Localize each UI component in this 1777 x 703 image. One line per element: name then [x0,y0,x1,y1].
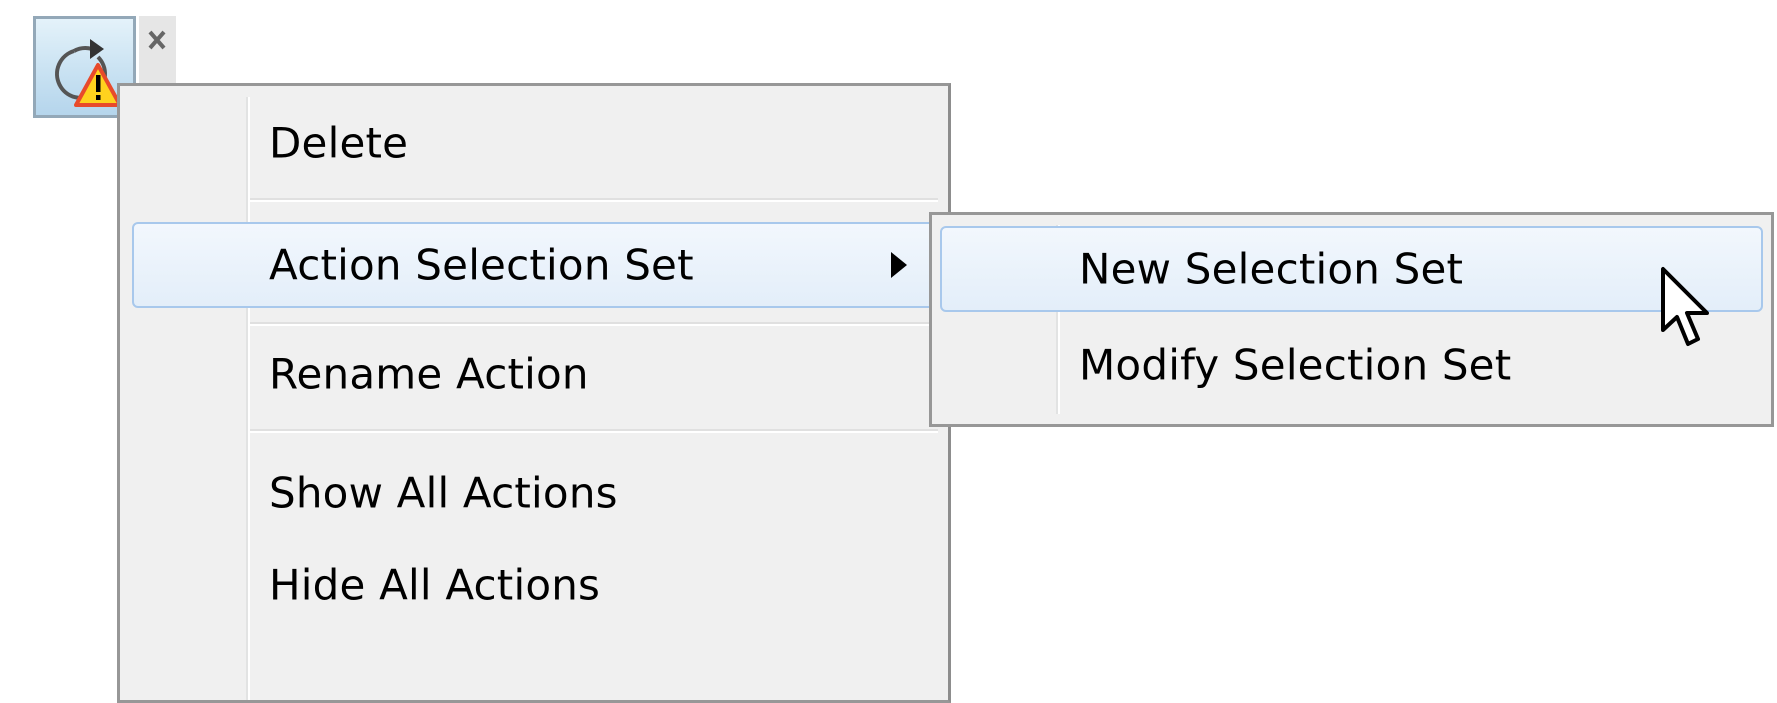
menu-item-label: Rename Action [269,349,589,399]
menu-separator [250,198,938,202]
menu-item-label: Modify Selection Set [1079,340,1512,390]
menu-item-rename-action[interactable]: Rename Action [120,328,948,420]
submenu-arrow-icon [891,252,907,278]
menu-separator [250,429,938,433]
mouse-pointer-icon [1661,267,1709,346]
submenu-item-new-selection-set[interactable]: New Selection Set [932,220,1771,318]
submenu-item-modify-selection-set[interactable]: Modify Selection Set [932,319,1771,411]
submenu-action-selection-set: New Selection Set Modify Selection Set [929,212,1774,427]
close-icon [148,30,166,50]
menu-item-delete[interactable]: Delete [120,103,948,183]
menu-item-label: New Selection Set [1079,244,1464,294]
menu-item-label: Delete [269,118,409,168]
menu-item-label: Show All Actions [269,468,618,518]
menu-item-action-selection-set[interactable]: Action Selection Set [120,216,948,314]
menu-item-label: Hide All Actions [269,560,601,610]
menu-separator [250,322,938,326]
context-menu: Delete Action Selection Set Rename Actio… [117,83,951,703]
menu-item-label: Action Selection Set [269,240,694,290]
menu-item-show-all-actions[interactable]: Show All Actions [120,447,948,539]
menu-item-hide-all-actions[interactable]: Hide All Actions [120,539,948,631]
